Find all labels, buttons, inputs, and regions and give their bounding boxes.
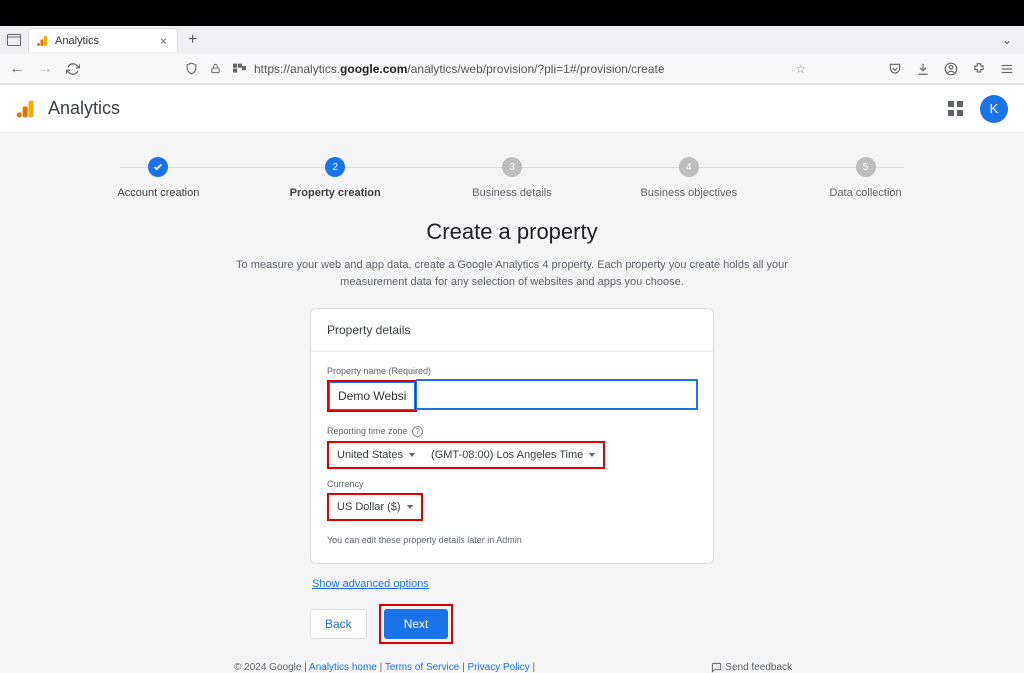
property-name-field-wrap [327, 380, 697, 412]
copyright: © 2024 Google [234, 662, 301, 673]
footer-link-tos[interactable]: Terms of Service [385, 662, 459, 673]
forward-icon: → [36, 60, 54, 78]
property-name-label: Property name (Required) [327, 366, 697, 376]
permissions-icon[interactable] [230, 60, 248, 78]
step-business-details: 3 Business details [424, 157, 601, 199]
feedback-icon [711, 662, 722, 673]
next-button[interactable]: Next [384, 609, 449, 639]
window-top-strip [0, 0, 1024, 26]
country-dropdown[interactable]: United States [329, 443, 423, 467]
property-name-input-extent[interactable] [417, 380, 697, 409]
footer-link-privacy[interactable]: Privacy Policy [467, 662, 529, 673]
highlight-next: Next [379, 604, 454, 644]
timezone-label: Reporting time zone ? [327, 426, 697, 437]
extensions-icon[interactable] [970, 62, 988, 76]
card-header: Property details [311, 309, 713, 352]
currency-label: Currency [327, 479, 697, 489]
highlight-property-name [327, 380, 417, 412]
highlight-timezone: United States (GMT-08:00) Los Angeles Ti… [327, 441, 605, 469]
bookmark-star-icon[interactable]: ☆ [795, 62, 876, 76]
step-business-objectives: 4 Business objectives [600, 157, 777, 199]
url-text: https://analytics.google.com/analytics/w… [254, 62, 665, 76]
page-title: Create a property [0, 219, 1024, 245]
highlight-currency: US Dollar ($) [327, 493, 423, 521]
new-tab-button[interactable]: + [182, 31, 203, 49]
edit-later-hint: You can edit these property details late… [327, 535, 697, 545]
download-icon[interactable] [914, 62, 932, 76]
account-icon[interactable] [942, 62, 960, 76]
step-data-collection: 5 Data collection [777, 157, 954, 199]
browser-chrome: Analytics × + ⌄ ← → https://analytics.go… [0, 26, 1024, 85]
shield-icon[interactable] [182, 60, 200, 78]
close-tab-icon[interactable]: × [158, 34, 169, 48]
property-details-card: Property details Property name (Required… [310, 308, 714, 564]
reload-icon[interactable] [64, 60, 82, 78]
back-button[interactable]: Back [310, 609, 367, 639]
help-icon[interactable]: ? [412, 426, 423, 437]
address-bar-row: ← → https://analytics.google.com/analyti… [0, 54, 1024, 84]
analytics-logo-icon [16, 99, 36, 119]
ga-favicon-icon [37, 35, 49, 47]
menu-icon[interactable] [998, 62, 1016, 76]
show-advanced-link[interactable]: Show advanced options [312, 578, 716, 590]
property-name-input[interactable] [329, 382, 415, 410]
step-property-creation[interactable]: 2 Property creation [247, 157, 424, 199]
step-account-creation[interactable]: Account creation [70, 157, 247, 199]
lock-icon[interactable] [206, 60, 224, 78]
user-avatar[interactable]: K [980, 95, 1008, 123]
url-bar[interactable]: https://analytics.google.com/analytics/w… [92, 60, 876, 78]
tab-bar: Analytics × + ⌄ [0, 26, 1024, 54]
page-footer: © 2024 Google | Analytics home | Terms o… [232, 662, 792, 673]
currency-dropdown[interactable]: US Dollar ($) [329, 495, 421, 519]
timezone-dropdown[interactable]: (GMT-08:00) Los Angeles Time [423, 443, 603, 467]
page-description: To measure your web and app data, create… [232, 257, 792, 290]
button-row: Back Next [310, 604, 714, 644]
tabs-dropdown-icon[interactable]: ⌄ [1002, 33, 1020, 47]
footer-link-home[interactable]: Analytics home [309, 662, 377, 673]
main-content: Create a property To measure your web an… [0, 199, 1024, 673]
apps-grid-icon[interactable] [948, 101, 964, 117]
caret-down-icon [409, 453, 415, 457]
setup-stepper: Account creation 2 Property creation 3 B… [0, 133, 1024, 199]
caret-down-icon [407, 505, 413, 509]
caret-down-icon [589, 453, 595, 457]
app-title: Analytics [48, 98, 120, 119]
tab-title: Analytics [55, 35, 99, 47]
browser-tab[interactable]: Analytics × [28, 28, 178, 52]
app-header: Analytics K [0, 85, 1024, 133]
send-feedback-link[interactable]: Send feedback [711, 662, 792, 673]
sidebar-toggle-icon[interactable] [4, 30, 24, 50]
back-icon[interactable]: ← [8, 60, 26, 78]
pocket-icon[interactable] [886, 62, 904, 76]
